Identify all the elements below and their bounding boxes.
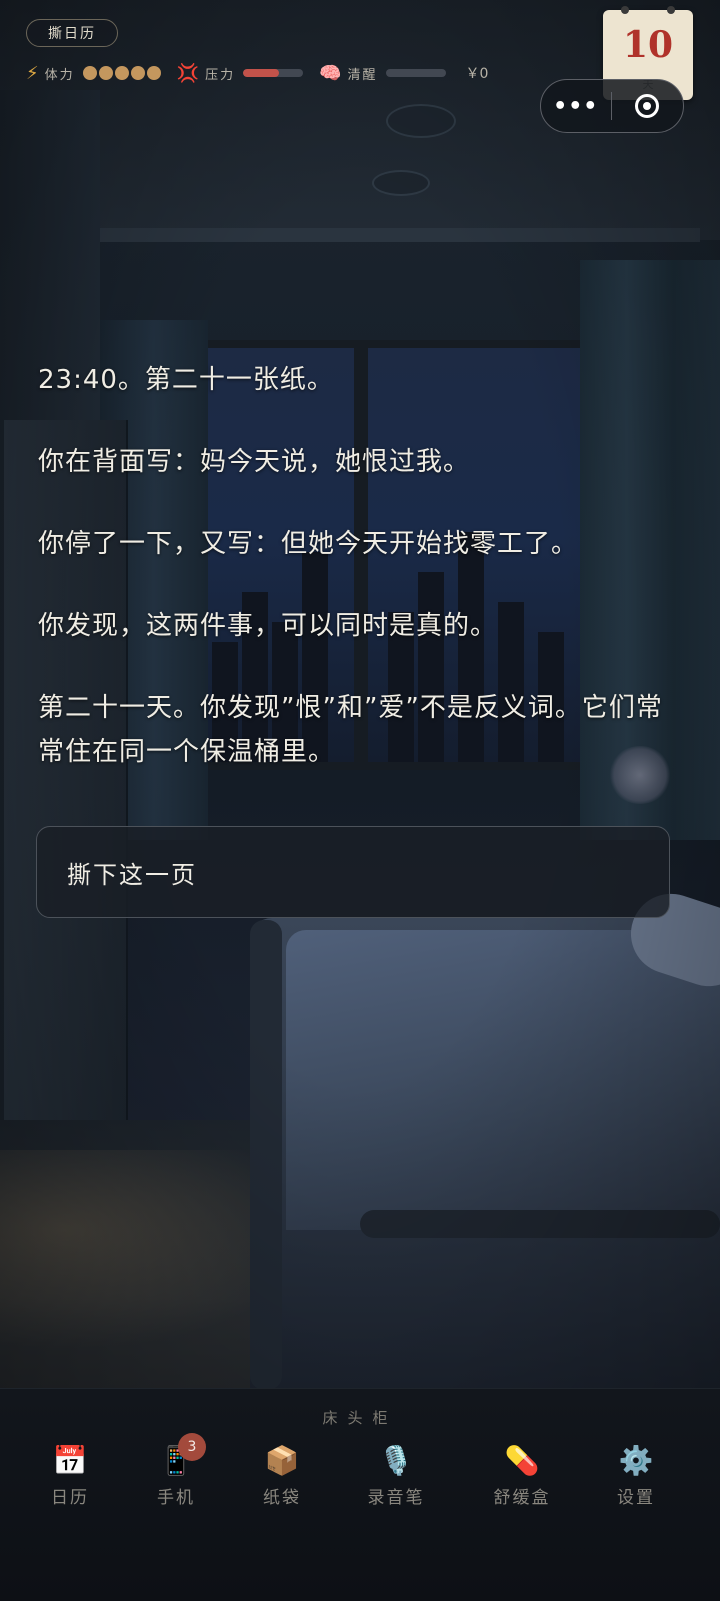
story-text: 23:40。第二十一张纸。 你在背面写：妈今天说，她恨过我。 你停了一下，又写：… [38, 358, 678, 812]
stamina-dot [146, 66, 161, 80]
status-bar: ⚡ 体力 💢 压力 🧠 清醒 ￥0 [26, 60, 488, 86]
dock-item-label: 舒缓盒 [493, 1488, 551, 1508]
lightning-icon: ⚡ [26, 62, 39, 84]
pressure-bar [243, 69, 304, 77]
stamina-label: 体力 [44, 67, 75, 83]
stamina-meter [82, 66, 161, 80]
anger-icon: 💢 [176, 62, 200, 84]
pill-icon: 💊 [504, 1444, 540, 1477]
dock-item-label: 日历 [51, 1488, 89, 1508]
paper-bag-icon: 📦 [264, 1444, 300, 1477]
dock-item-recorder[interactable]: 🎙️ 录音笔 [346, 1443, 446, 1508]
dock-item-label: 手机 [157, 1488, 195, 1508]
dock-item-settings[interactable]: ⚙️ 设置 [586, 1443, 686, 1508]
money-value: ￥0 [465, 66, 489, 82]
calendar-ring [621, 6, 629, 14]
notification-badge: 3 [178, 1433, 206, 1461]
miniprogram-capsule: ••• [540, 79, 684, 133]
stamina-dot [114, 66, 129, 80]
dock-item-comfort-box[interactable]: 💊 舒缓盒 [472, 1443, 572, 1508]
day-number: 10 [622, 24, 674, 66]
dock-item-label: 纸袋 [263, 1488, 301, 1508]
story-paragraph: 第二十一天。你发现”恨”和”爱”不是反义词。它们常常住在同一个保温桶里。 [38, 693, 663, 767]
close-button[interactable] [612, 94, 684, 118]
dock-item-paper-bag[interactable]: 📦 纸袋 [232, 1443, 332, 1508]
gear-icon: ⚙️ [618, 1444, 654, 1477]
close-icon [635, 94, 660, 118]
dock-item-label: 设置 [617, 1488, 655, 1508]
stamina-dot [82, 66, 97, 80]
dock-item-calendar[interactable]: 📅 日历 [20, 1443, 120, 1508]
microphone-icon: 🎙️ [378, 1444, 414, 1477]
dock-item-label: 录音笔 [367, 1488, 425, 1508]
phone-icon: 📱 [158, 1444, 194, 1477]
story-paragraph: 你发现，这两件事，可以同时是真的。 [38, 611, 498, 641]
clarity-label: 清醒 [347, 67, 378, 83]
clarity-bar [385, 69, 446, 77]
pressure-label: 压力 [205, 67, 236, 83]
story-paragraph: 23:40。第二十一张纸。 [38, 365, 334, 395]
stamina-dot [130, 66, 145, 80]
stamina-dot [98, 66, 113, 80]
dock-item-phone[interactable]: 📱 3 手机 [126, 1433, 226, 1508]
tear-calendar-button[interactable]: 撕日历 [26, 19, 118, 47]
tear-page-button[interactable]: 撕下这一页 [36, 826, 670, 918]
calendar-icon: 📅 [52, 1444, 88, 1477]
calendar-ring [667, 6, 675, 14]
bedside-dock: 床头柜 📅 日历 📱 3 手机 📦 纸袋 🎙️ 录音笔 💊 舒缓盒 ⚙️ 设置 [0, 1388, 720, 1601]
brain-icon: 🧠 [319, 62, 342, 84]
more-button[interactable]: ••• [541, 94, 611, 119]
story-paragraph: 你停了一下，又写：但她今天开始找零工了。 [38, 529, 579, 559]
story-paragraph: 你在背面写：妈今天说，她恨过我。 [38, 447, 471, 477]
pressure-bar-fill [243, 69, 280, 77]
dock-title: 床头柜 [322, 1409, 398, 1427]
